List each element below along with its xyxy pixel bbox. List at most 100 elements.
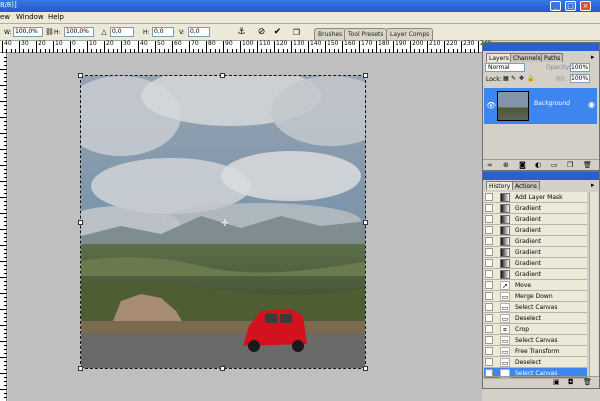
history-checkbox[interactable]: [485, 325, 493, 333]
menu-window[interactable]: Window: [16, 13, 44, 21]
history-checkbox[interactable]: [485, 248, 493, 256]
link-icon[interactable]: ⛓: [45, 27, 54, 38]
eye-icon[interactable]: 👁: [486, 101, 496, 110]
trash-icon[interactable]: 🗑: [583, 161, 592, 170]
transform-handle[interactable]: [220, 73, 225, 78]
menu-bar: ew Window Help: [0, 12, 600, 24]
palette-well-icon[interactable]: ❐: [291, 27, 302, 38]
history-item[interactable]: ⌗ Crop: [484, 324, 587, 335]
fill-field[interactable]: 100%: [570, 74, 590, 83]
history-checkbox[interactable]: [485, 215, 493, 223]
history-item[interactable]: ▭ Select Canvas: [484, 335, 587, 346]
minimize-button[interactable]: _: [550, 1, 561, 11]
history-item[interactable]: ▭ Deselect: [484, 357, 587, 368]
ruler-minor-tick: [4, 333, 7, 334]
menu-view[interactable]: ew: [0, 13, 10, 21]
history-checkbox[interactable]: [485, 336, 493, 344]
history-item[interactable]: ▭ Deselect: [484, 313, 587, 324]
ruler-minor-tick: [0, 277, 7, 278]
link-layers-icon[interactable]: ∞: [487, 161, 493, 170]
tab-actions[interactable]: Actions: [512, 181, 540, 190]
tab-tool-presets[interactable]: Tool Presets: [344, 28, 388, 40]
history-item[interactable]: Gradient: [484, 203, 587, 214]
history-item[interactable]: Gradient: [484, 258, 587, 269]
angle-field[interactable]: 0,0: [110, 27, 134, 37]
transform-handle[interactable]: [78, 366, 83, 371]
maximize-button[interactable]: □: [565, 1, 576, 11]
folder-icon[interactable]: ▭: [551, 161, 558, 170]
tab-layer-comps[interactable]: Layer Comps: [386, 28, 434, 40]
ruler-minor-tick: [4, 285, 7, 286]
tab-paths[interactable]: Paths: [541, 53, 564, 62]
tab-brushes[interactable]: Brushes: [314, 28, 347, 40]
tab-channels[interactable]: Channels: [510, 53, 544, 62]
ruler-minor-tick: [4, 125, 7, 126]
lock-transparent-icon[interactable]: ▦: [503, 74, 509, 83]
adjustment-icon[interactable]: ◐: [535, 161, 541, 170]
panel-menu-icon[interactable]: ▸: [591, 53, 595, 62]
history-checkbox[interactable]: [485, 314, 493, 322]
ruler-minor-tick: [4, 193, 7, 194]
mask-icon[interactable]: ◙: [519, 161, 526, 170]
ruler-minor-tick: [0, 181, 7, 182]
tab-layers[interactable]: Layers: [486, 53, 512, 62]
lock-image-icon[interactable]: ✎: [511, 74, 516, 83]
vskew-field[interactable]: 0,0: [188, 27, 210, 37]
photo-canvas[interactable]: ✛: [80, 75, 366, 369]
history-item[interactable]: ▭ Free Transform: [484, 346, 587, 357]
transform-handle[interactable]: [363, 366, 368, 371]
history-checkbox[interactable]: [485, 292, 493, 300]
lock-all-icon[interactable]: 🔒: [527, 74, 534, 83]
new-layer-icon[interactable]: ❐: [567, 161, 573, 170]
transform-handle[interactable]: [363, 220, 368, 225]
history-item[interactable]: Gradient: [484, 236, 587, 247]
ruler-minor-tick: [4, 121, 7, 122]
ruler-tick: [342, 41, 343, 53]
history-checkbox[interactable]: [485, 259, 493, 267]
history-item[interactable]: Gradient: [484, 225, 587, 236]
opacity-field[interactable]: 100%: [570, 63, 590, 72]
ruler-minor-tick: [4, 129, 7, 130]
history-checkbox[interactable]: [485, 358, 493, 366]
history-item[interactable]: Gradient: [484, 269, 587, 280]
scrollbar[interactable]: [589, 192, 598, 376]
transform-handle[interactable]: [78, 220, 83, 225]
ruler-minor-tick: [4, 73, 7, 74]
hskew-field[interactable]: 0,0: [152, 27, 174, 37]
ruler-minor-tick: [4, 169, 7, 170]
history-checkbox[interactable]: [485, 204, 493, 212]
commit-transform-icon[interactable]: ✔: [272, 27, 283, 38]
history-item[interactable]: ▭ Select Canvas: [484, 302, 587, 313]
history-checkbox[interactable]: [485, 347, 493, 355]
transform-handle[interactable]: [220, 366, 225, 371]
history-checkbox[interactable]: [485, 226, 493, 234]
transform-handle[interactable]: [78, 73, 83, 78]
history-item[interactable]: Gradient: [484, 247, 587, 258]
menu-help[interactable]: Help: [48, 13, 64, 21]
fx-icon[interactable]: ⊛: [503, 161, 509, 170]
trash-icon[interactable]: 🗑: [583, 378, 592, 387]
history-checkbox[interactable]: [485, 193, 493, 201]
blend-mode-select[interactable]: Normal: [485, 63, 525, 72]
cancel-transform-icon[interactable]: ⊘: [256, 27, 267, 38]
history-checkbox[interactable]: [485, 281, 493, 289]
close-button[interactable]: ×: [580, 1, 591, 11]
width-field[interactable]: 100,0%: [13, 27, 43, 37]
canvas-area[interactable]: ✛: [8, 53, 482, 401]
history-item[interactable]: Gradient: [484, 214, 587, 225]
history-checkbox[interactable]: [485, 270, 493, 278]
panel-menu-icon[interactable]: ▸: [591, 181, 595, 190]
transform-handle[interactable]: [363, 73, 368, 78]
new-snapshot-icon[interactable]: ◘: [568, 378, 574, 387]
lock-position-icon[interactable]: ✥: [519, 74, 524, 83]
tab-history[interactable]: History: [486, 181, 514, 190]
history-item[interactable]: Add Layer Mask: [484, 192, 587, 203]
layer-row-background[interactable]: 👁 Background ◉: [484, 88, 597, 124]
history-checkbox[interactable]: [485, 237, 493, 245]
history-item[interactable]: ➚ Move: [484, 280, 587, 291]
height-field[interactable]: 100,0%: [64, 27, 94, 37]
warp-icon[interactable]: ⚓: [236, 27, 247, 38]
history-item[interactable]: ▭ Merge Down: [484, 291, 587, 302]
history-checkbox[interactable]: [485, 303, 493, 311]
new-document-icon[interactable]: ▣: [553, 378, 560, 387]
